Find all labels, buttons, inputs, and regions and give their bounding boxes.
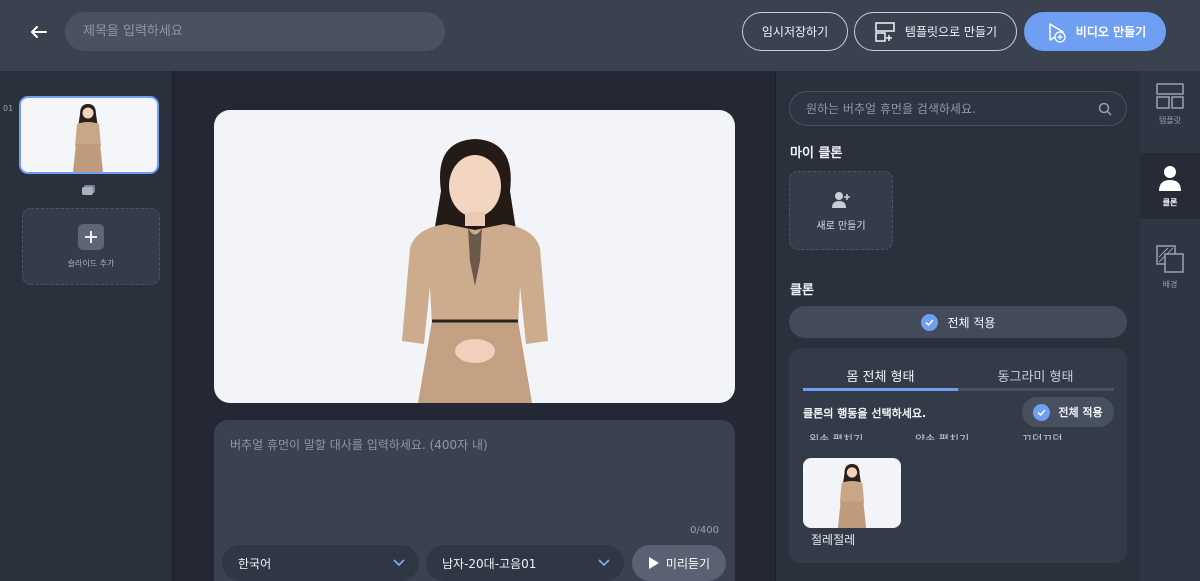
tab-active-indicator — [803, 388, 958, 391]
apply-all-actions-button[interactable]: 전체 적용 — [1022, 397, 1114, 427]
title-input[interactable] — [65, 12, 445, 51]
chevron-down-icon — [598, 559, 610, 567]
language-value: 한국어 — [238, 556, 272, 571]
clone-options-box: 몸 전체 형태 동그라미 형태 클론의 행동을 선택하세요. 전체 적용 왼손 … — [789, 348, 1127, 563]
human-search[interactable] — [789, 91, 1127, 126]
new-clone-button[interactable]: 새로 만들기 — [789, 171, 893, 250]
script-input[interactable] — [230, 436, 720, 526]
script-panel: 0/400 한국어 남자-20대-고음01 미리듣기 — [214, 420, 735, 581]
save-draft-label: 임시저장하기 — [761, 25, 829, 39]
add-slide-label: 슬라이드 추가 — [67, 259, 115, 268]
background-icon — [1156, 245, 1184, 273]
apply-all-label: 전체 적용 — [947, 315, 996, 330]
voice-select[interactable]: 남자-20대-고음01 — [426, 545, 624, 581]
create-video-button[interactable]: 비디오 만들기 — [1024, 12, 1166, 51]
clone-panel: 마이 클론 새로 만들기 클론 전체 적용 몸 전체 형태 동그라미 형태 클론… — [775, 71, 1140, 581]
icon-rail: 템플릿 클론 배경 — [1140, 71, 1200, 581]
virtual-human-preview — [402, 139, 548, 403]
create-video-label: 비디오 만들기 — [1075, 25, 1147, 39]
tab-full-body[interactable]: 몸 전체 형태 — [803, 360, 958, 390]
rail-label: 클론 — [1162, 198, 1178, 207]
apply-all-button[interactable]: 전체 적용 — [789, 306, 1127, 338]
rail-item-template[interactable]: 템플릿 — [1140, 83, 1200, 147]
rail-label: 템플릿 — [1158, 116, 1182, 125]
voice-value: 남자-20대-고음01 — [442, 556, 537, 571]
char-count: 0/400 — [690, 525, 719, 536]
avatar-thumbnail — [837, 464, 867, 528]
rail-item-clone[interactable]: 클론 — [1140, 153, 1200, 219]
rail-item-background[interactable]: 배경 — [1140, 245, 1200, 299]
search-icon[interactable] — [1098, 102, 1112, 116]
add-person-icon — [832, 191, 850, 208]
slides-panel: 01 슬라이드 추가 — [0, 71, 173, 581]
back-arrow-icon[interactable] — [26, 19, 52, 45]
action-card[interactable] — [803, 458, 901, 528]
action-label[interactable]: 끄덕끄덕 — [1022, 430, 1062, 440]
layers-icon[interactable] — [82, 184, 96, 196]
make-template-label: 템플릿으로 만들기 — [904, 25, 998, 39]
plus-icon — [78, 224, 104, 250]
top-bar: 임시저장하기 템플릿으로 만들기 비디오 만들기 — [0, 0, 1200, 71]
add-slide-button[interactable]: 슬라이드 추가 — [22, 208, 160, 285]
action-card-label: 절레절레 — [811, 533, 856, 547]
template-icon — [875, 21, 895, 42]
play-icon — [648, 557, 659, 569]
action-hint: 클론의 행동을 선택하세요. — [803, 407, 927, 420]
template-icon — [1156, 83, 1184, 109]
chevron-down-icon — [393, 559, 405, 567]
my-clone-title: 마이 클론 — [790, 146, 843, 161]
new-clone-label: 새로 만들기 — [816, 220, 866, 232]
check-icon — [920, 313, 938, 331]
play-circle-icon — [1049, 22, 1066, 43]
save-draft-button[interactable]: 임시저장하기 — [742, 12, 848, 51]
avatar-thumbnail — [73, 104, 103, 172]
slide-thumbnail[interactable] — [19, 96, 159, 174]
action-label[interactable]: 양손 펼치기 — [915, 430, 969, 440]
check-icon — [1033, 403, 1051, 421]
preview-listen-button[interactable]: 미리듣기 — [632, 545, 726, 581]
language-select[interactable]: 한국어 — [222, 545, 419, 581]
clone-title: 클론 — [790, 283, 814, 298]
tab-circle[interactable]: 동그라미 형태 — [958, 360, 1113, 390]
apply-all-actions-label: 전체 적용 — [1058, 406, 1103, 419]
person-icon — [1159, 166, 1181, 191]
preview-listen-label: 미리듣기 — [665, 556, 711, 571]
slide-number: 01 — [3, 104, 14, 113]
search-input[interactable] — [806, 101, 1098, 116]
make-template-button[interactable]: 템플릿으로 만들기 — [854, 12, 1017, 51]
preview-canvas[interactable] — [214, 110, 735, 403]
rail-label: 배경 — [1162, 280, 1178, 289]
action-label[interactable]: 왼손 펼치기 — [809, 430, 863, 440]
